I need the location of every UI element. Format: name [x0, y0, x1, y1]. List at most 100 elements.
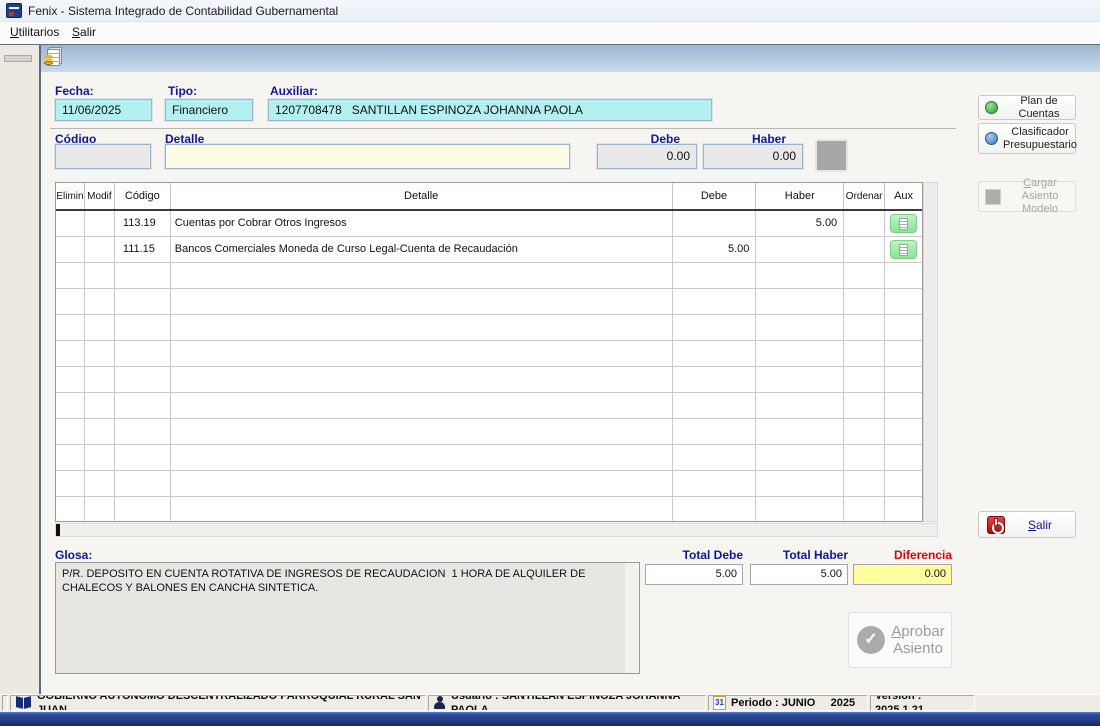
table-row[interactable]	[56, 315, 922, 341]
table-cell[interactable]	[756, 237, 844, 262]
table-cell	[885, 263, 922, 288]
auxiliar-label: Auxiliar:	[270, 84, 318, 98]
table-cell[interactable]: 111.15	[115, 237, 171, 262]
fecha-input[interactable]: 11/06/2025	[55, 99, 152, 121]
menu-item-salir[interactable]: Salir	[64, 22, 104, 44]
clasificador-presupuestario-button[interactable]: ClasificadorPresupuestario	[978, 123, 1076, 154]
grid-column-header[interactable]: Aux	[885, 183, 922, 209]
table-cell[interactable]	[85, 237, 115, 262]
table-cell[interactable]	[56, 237, 85, 262]
grid-horizontal-scrollbar[interactable]	[55, 523, 938, 537]
grid-column-header[interactable]: Elimin	[56, 183, 85, 209]
table-cell	[56, 471, 85, 496]
table-row[interactable]	[56, 367, 922, 393]
salir-button[interactable]: Salir	[978, 511, 1076, 538]
grid-header: EliminModifCódigoDetalleDebeHaberOrdenar…	[56, 183, 922, 211]
grid-vertical-scrollbar[interactable]	[923, 182, 938, 522]
table-cell	[844, 289, 885, 314]
table-cell	[115, 263, 171, 288]
table-cell[interactable]	[844, 211, 885, 236]
table-row[interactable]	[56, 445, 922, 471]
table-row[interactable]: 113.19Cuentas por Cobrar Otros Ingresos 5…	[56, 211, 922, 237]
table-cell	[85, 289, 115, 314]
aux-button[interactable]	[890, 240, 917, 259]
table-cell	[673, 445, 757, 470]
glosa-textarea[interactable]: P/R. DEPOSITO EN CUENTA ROTATIVA DE INGR…	[55, 562, 640, 674]
table-row[interactable]	[56, 471, 922, 497]
table-cell[interactable]: Cuentas por Cobrar Otros Ingresos	[171, 211, 673, 236]
table-row[interactable]	[56, 497, 922, 522]
table-cell	[115, 497, 171, 522]
haber-input[interactable]: 0.00	[703, 144, 803, 169]
table-cell[interactable]	[844, 237, 885, 262]
detalle-input[interactable]	[165, 144, 570, 169]
aprobar-asiento-button[interactable]: ✓ AprobarAsiento	[848, 612, 952, 668]
table-cell[interactable]: 5.00	[756, 211, 844, 236]
table-cell	[844, 419, 885, 444]
table-cell[interactable]	[885, 237, 922, 262]
periodo-text: Periodo : JUNIO 2025	[731, 696, 855, 710]
table-row[interactable]: 111.15Bancos Comerciales Moneda de Curso…	[56, 237, 922, 263]
aux-button[interactable]	[890, 214, 917, 233]
table-cell	[885, 497, 922, 522]
menu-item-utilitarios[interactable]: Utilitarios	[2, 22, 67, 44]
plan-de-cuentas-label: Plan de Cuentas	[1003, 95, 1075, 121]
table-cell	[756, 315, 844, 340]
auxiliar-input[interactable]: 1207708478 SANTILLAN ESPINOZA JOHANNA PA…	[268, 99, 712, 121]
grid-column-header[interactable]: Haber	[756, 183, 844, 209]
grid-column-header[interactable]: Ordenar	[844, 183, 885, 209]
clasificador-label: ClasificadorPresupuestario	[1003, 126, 1077, 152]
table-cell	[756, 341, 844, 366]
codigo-input[interactable]	[55, 144, 151, 169]
table-cell	[85, 367, 115, 392]
table-cell	[115, 341, 171, 366]
table-cell	[756, 289, 844, 314]
taskbar[interactable]	[0, 712, 1100, 726]
table-cell	[885, 367, 922, 392]
total-haber-field: 5.00	[750, 564, 848, 585]
table-cell	[756, 445, 844, 470]
table-cell	[844, 367, 885, 392]
table-cell[interactable]	[85, 211, 115, 236]
table-cell	[56, 341, 85, 366]
glosa-scroll-area	[625, 563, 639, 673]
table-cell[interactable]: 5.00	[673, 237, 757, 262]
table-cell	[756, 263, 844, 288]
grid-column-header[interactable]: Debe	[673, 183, 757, 209]
grid-column-header[interactable]: Código	[115, 183, 171, 209]
table-row[interactable]	[56, 341, 922, 367]
scrollbar-thumb[interactable]	[56, 524, 60, 536]
coins-icon	[44, 61, 53, 65]
table-cell	[844, 471, 885, 496]
table-row[interactable]	[56, 393, 922, 419]
plan-de-cuentas-button[interactable]: Plan de Cuentas	[978, 95, 1076, 120]
table-cell	[885, 419, 922, 444]
table-cell	[756, 419, 844, 444]
table-row[interactable]	[56, 263, 922, 289]
table-cell	[115, 315, 171, 340]
table-cell	[85, 419, 115, 444]
table-row[interactable]	[56, 419, 922, 445]
grid-column-header[interactable]: Detalle	[171, 183, 673, 209]
entry-action-button[interactable]	[815, 139, 848, 172]
table-cell[interactable]: Bancos Comerciales Moneda de Curso Legal…	[171, 237, 673, 262]
table-cell	[56, 263, 85, 288]
table-cell[interactable]	[885, 211, 922, 236]
mdi-panel-handle[interactable]	[4, 55, 32, 62]
app-icon	[6, 3, 22, 18]
cargar-asiento-modelo-button[interactable]: Cargar AsientoModelo	[978, 181, 1076, 212]
debe-input[interactable]: 0.00	[597, 144, 697, 169]
tipo-input[interactable]: Financiero	[165, 99, 253, 121]
table-cell	[56, 419, 85, 444]
grid-column-header[interactable]: Modif	[85, 183, 115, 209]
glosa-label: Glosa:	[55, 548, 92, 562]
user-icon	[433, 696, 446, 710]
asiento-grid: EliminModifCódigoDetalleDebeHaberOrdenar…	[55, 182, 923, 522]
title-bar: Fenix - Sistema Integrado de Contabilida…	[0, 0, 1100, 22]
table-cell[interactable]	[673, 211, 757, 236]
fecha-label: Fecha:	[55, 84, 94, 98]
table-cell[interactable]: 113.19	[115, 211, 171, 236]
table-row[interactable]	[56, 289, 922, 315]
blue-sphere-icon	[985, 132, 998, 145]
table-cell[interactable]	[56, 211, 85, 236]
